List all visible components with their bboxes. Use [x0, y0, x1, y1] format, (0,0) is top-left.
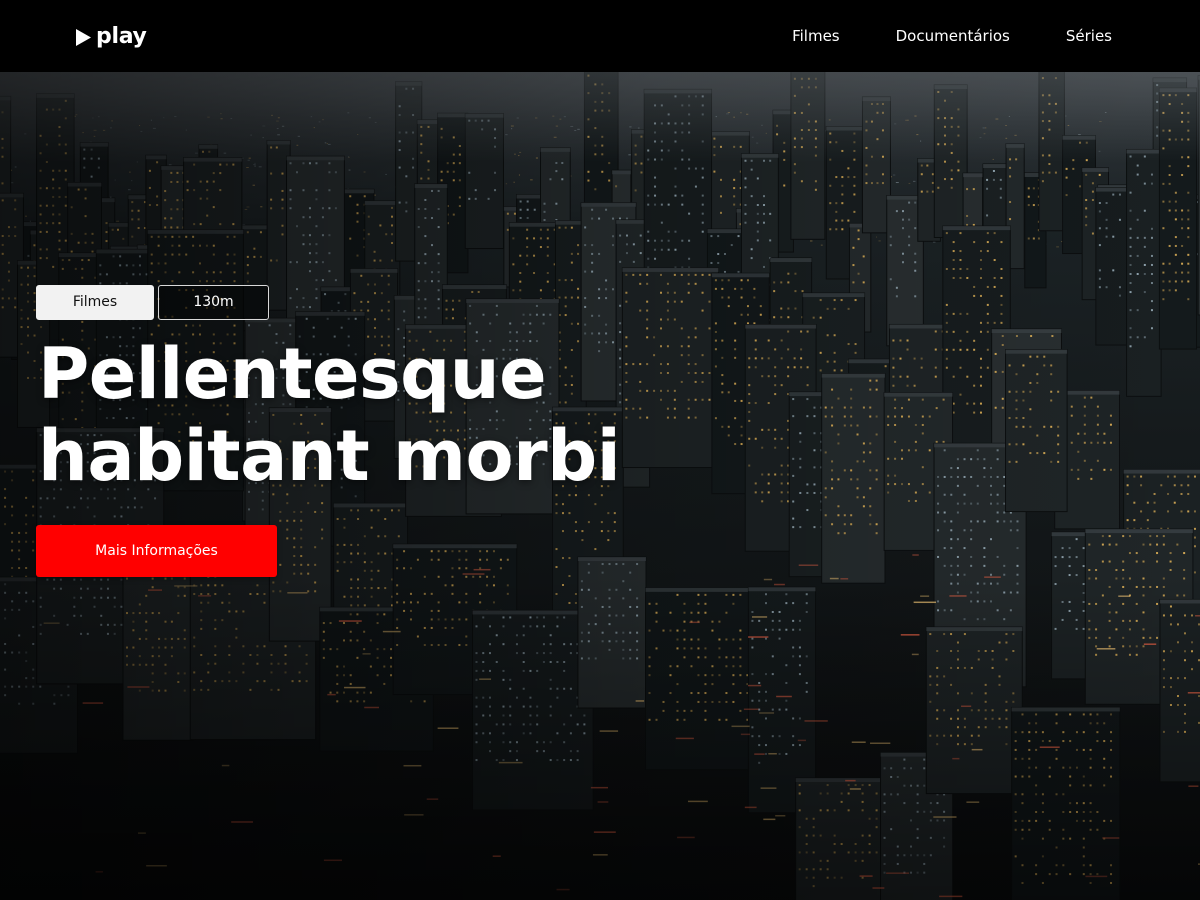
top-navbar: play Filmes Documentários Séries [0, 0, 1200, 72]
more-info-button[interactable]: Mais Informações [36, 525, 277, 577]
logo-text: play [96, 24, 147, 49]
duration-tag: 130m [158, 285, 269, 320]
nav-link-series[interactable]: Séries [1066, 26, 1112, 46]
hero-content: Filmes 130m Pellentesque habitant morbi … [36, 285, 621, 577]
main-nav: Filmes Documentários Séries [792, 26, 1112, 46]
hero-title-line-1: Pellentesque [38, 333, 547, 415]
nav-link-filmes[interactable]: Filmes [792, 26, 840, 46]
tag-row: Filmes 130m [36, 285, 269, 320]
logo[interactable]: play [76, 24, 147, 50]
hero-title-line-2: habitant morbi [38, 415, 621, 497]
play-triangle-icon [76, 28, 91, 46]
genre-tag: Filmes [36, 285, 154, 320]
page: play Filmes Documentários Séries Filmes … [0, 0, 1200, 900]
nav-link-documentarios[interactable]: Documentários [896, 26, 1010, 46]
hero-title: Pellentesque habitant morbi [38, 333, 738, 497]
